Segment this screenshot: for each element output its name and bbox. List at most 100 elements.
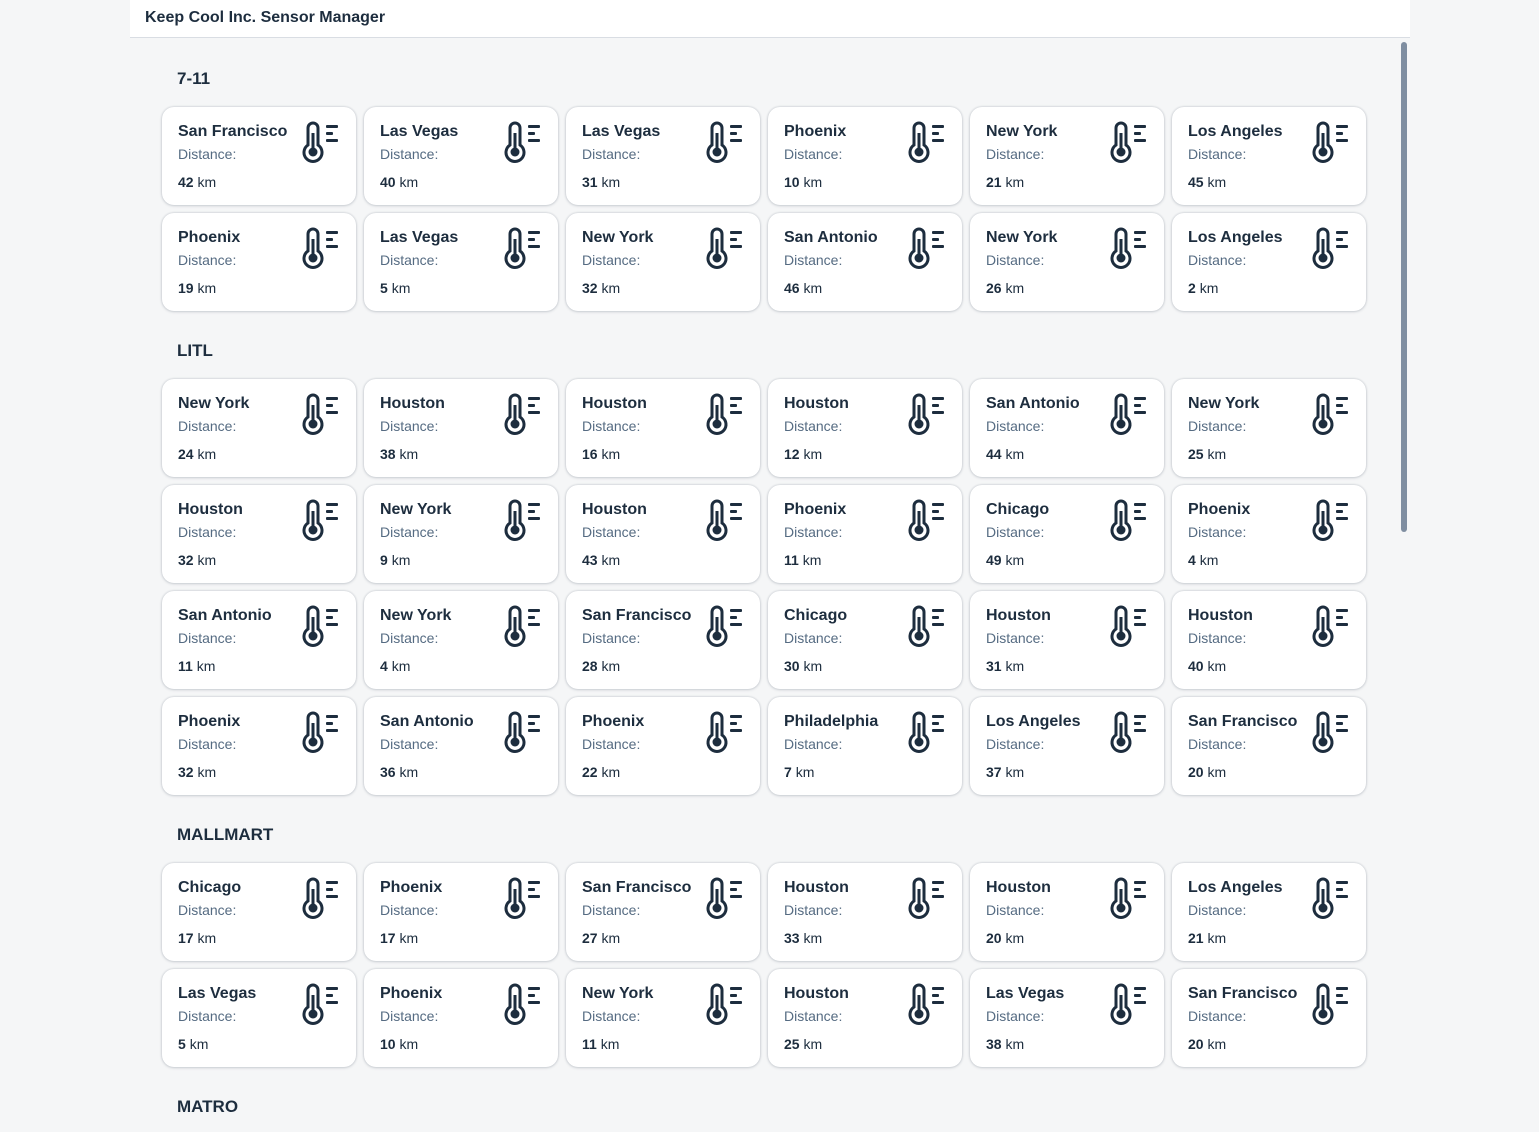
sensor-card[interactable]: Los Angeles Distance: 2 km <box>1172 213 1366 311</box>
sensor-city: San Francisco <box>582 879 692 896</box>
distance-label: Distance: <box>380 418 439 434</box>
distance-value: 20 km <box>1188 764 1226 780</box>
distance-unit: km <box>1199 552 1219 568</box>
distance-unit: km <box>197 446 217 462</box>
sensor-card[interactable]: Chicago Distance: 30 km <box>768 591 962 689</box>
sensor-card[interactable]: Houston Distance: 20 km <box>970 863 1164 961</box>
sensor-card[interactable]: Phoenix Distance: 17 km <box>364 863 558 961</box>
sensor-card[interactable]: Phoenix Distance: 19 km <box>162 213 356 311</box>
distance-number: 40 <box>380 174 396 190</box>
distance-unit: km <box>399 446 419 462</box>
sensor-card[interactable]: San Antonio Distance: 36 km <box>364 697 558 795</box>
distance-number: 49 <box>986 552 1002 568</box>
sensor-city: Phoenix <box>178 713 241 730</box>
sensor-card[interactable]: Las Vegas Distance: 38 km <box>970 969 1164 1067</box>
sensor-card[interactable]: Las Vegas Distance: 5 km <box>364 213 558 311</box>
sensor-city: Phoenix <box>1188 501 1251 518</box>
shell-bar: Keep Cool Inc. Sensor Manager <box>130 0 1410 38</box>
distance-unit: km <box>1005 658 1025 674</box>
sensor-card[interactable]: Houston Distance: 25 km <box>768 969 962 1067</box>
sensor-card[interactable]: Philadelphia Distance: 7 km <box>768 697 962 795</box>
sensor-card[interactable]: Houston Distance: 12 km <box>768 379 962 477</box>
sensor-card[interactable]: Houston Distance: 33 km <box>768 863 962 961</box>
distance-number: 30 <box>784 658 800 674</box>
sensor-card[interactable]: Houston Distance: 38 km <box>364 379 558 477</box>
thermometer-icon <box>302 983 338 1025</box>
distance-unit: km <box>1005 446 1025 462</box>
thermometer-icon <box>302 121 338 163</box>
distance-number: 31 <box>986 658 1002 674</box>
sensor-card[interactable]: Phoenix Distance: 22 km <box>566 697 760 795</box>
app-title: Keep Cool Inc. Sensor Manager <box>145 9 386 26</box>
sensor-card[interactable]: San Antonio Distance: 46 km <box>768 213 962 311</box>
sensor-card[interactable]: New York Distance: 25 km <box>1172 379 1366 477</box>
distance-number: 19 <box>178 280 194 296</box>
distance-unit: km <box>399 764 419 780</box>
sensor-card[interactable]: San Antonio Distance: 11 km <box>162 591 356 689</box>
thermometer-icon <box>908 499 944 541</box>
sensor-card[interactable]: Las Vegas Distance: 40 km <box>364 107 558 205</box>
sensor-card[interactable]: Chicago Distance: 49 km <box>970 485 1164 583</box>
sensor-city: Houston <box>784 395 849 412</box>
distance-unit: km <box>196 658 216 674</box>
thermometer-icon <box>302 499 338 541</box>
sensor-card[interactable]: Houston Distance: 32 km <box>162 485 356 583</box>
sensor-card[interactable]: San Francisco Distance: 20 km <box>1172 969 1366 1067</box>
sensor-card[interactable]: Phoenix Distance: 11 km <box>768 485 962 583</box>
distance-label: Distance: <box>1188 252 1247 268</box>
sensor-card[interactable]: San Francisco Distance: 20 km <box>1172 697 1366 795</box>
sensor-card[interactable]: New York Distance: 24 km <box>162 379 356 477</box>
distance-value: 22 km <box>582 764 620 780</box>
sensor-card[interactable]: Chicago Distance: 17 km <box>162 863 356 961</box>
thermometer-icon <box>504 983 540 1025</box>
sensor-card[interactable]: New York Distance: 21 km <box>970 107 1164 205</box>
sensor-card[interactable]: Phoenix Distance: 10 km <box>364 969 558 1067</box>
sensor-city: Chicago <box>986 501 1050 518</box>
sensor-city: Chicago <box>178 879 242 896</box>
sensor-card[interactable]: Los Angeles Distance: 45 km <box>1172 107 1366 205</box>
sensor-city: New York <box>380 501 452 518</box>
distance-value: 9 km <box>380 552 410 568</box>
sensor-card[interactable]: Phoenix Distance: 32 km <box>162 697 356 795</box>
sensor-city: San Francisco <box>178 123 288 140</box>
sensor-card[interactable]: Phoenix Distance: 10 km <box>768 107 962 205</box>
sensor-city: San Francisco <box>1188 713 1298 730</box>
scrollbar-thumb[interactable] <box>1401 42 1407 532</box>
distance-number: 12 <box>784 446 800 462</box>
sensor-card[interactable]: Las Vegas Distance: 5 km <box>162 969 356 1067</box>
distance-value: 4 km <box>380 658 410 674</box>
sensor-card[interactable]: New York Distance: 11 km <box>566 969 760 1067</box>
vertical-scrollbar[interactable] <box>1398 39 1410 1132</box>
sensor-city: Las Vegas <box>380 123 459 140</box>
sensor-city: Houston <box>784 985 849 1002</box>
sensor-card[interactable]: San Francisco Distance: 27 km <box>566 863 760 961</box>
distance-label: Distance: <box>380 524 439 540</box>
sensor-card[interactable]: Houston Distance: 31 km <box>970 591 1164 689</box>
sensor-card[interactable]: San Antonio Distance: 44 km <box>970 379 1164 477</box>
sensor-card[interactable]: New York Distance: 9 km <box>364 485 558 583</box>
distance-label: Distance: <box>178 252 237 268</box>
distance-label: Distance: <box>1188 736 1247 752</box>
sensor-card[interactable]: Houston Distance: 16 km <box>566 379 760 477</box>
distance-number: 17 <box>380 930 396 946</box>
sensor-card[interactable]: Los Angeles Distance: 21 km <box>1172 863 1366 961</box>
sensor-card[interactable]: New York Distance: 32 km <box>566 213 760 311</box>
sensor-card[interactable]: San Francisco Distance: 42 km <box>162 107 356 205</box>
thermometer-icon <box>1312 227 1348 269</box>
sensor-card[interactable]: New York Distance: 4 km <box>364 591 558 689</box>
distance-number: 11 <box>582 1036 597 1052</box>
sensor-city: San Antonio <box>178 607 272 624</box>
sensor-card[interactable]: Phoenix Distance: 4 km <box>1172 485 1366 583</box>
sensor-city: San Antonio <box>380 713 474 730</box>
thermometer-icon <box>908 393 944 435</box>
sensor-card[interactable]: Houston Distance: 40 km <box>1172 591 1366 689</box>
sensor-card[interactable]: Las Vegas Distance: 31 km <box>566 107 760 205</box>
distance-label: Distance: <box>178 630 237 646</box>
sensor-card[interactable]: New York Distance: 26 km <box>970 213 1164 311</box>
sensor-card[interactable]: Houston Distance: 43 km <box>566 485 760 583</box>
sensor-card[interactable]: Los Angeles Distance: 37 km <box>970 697 1164 795</box>
distance-value: 10 km <box>784 174 822 190</box>
sensor-grid: Chicago Distance: 17 km Phoenix Distance… <box>162 863 1378 1067</box>
sensor-city: Houston <box>582 501 647 518</box>
sensor-card[interactable]: San Francisco Distance: 28 km <box>566 591 760 689</box>
